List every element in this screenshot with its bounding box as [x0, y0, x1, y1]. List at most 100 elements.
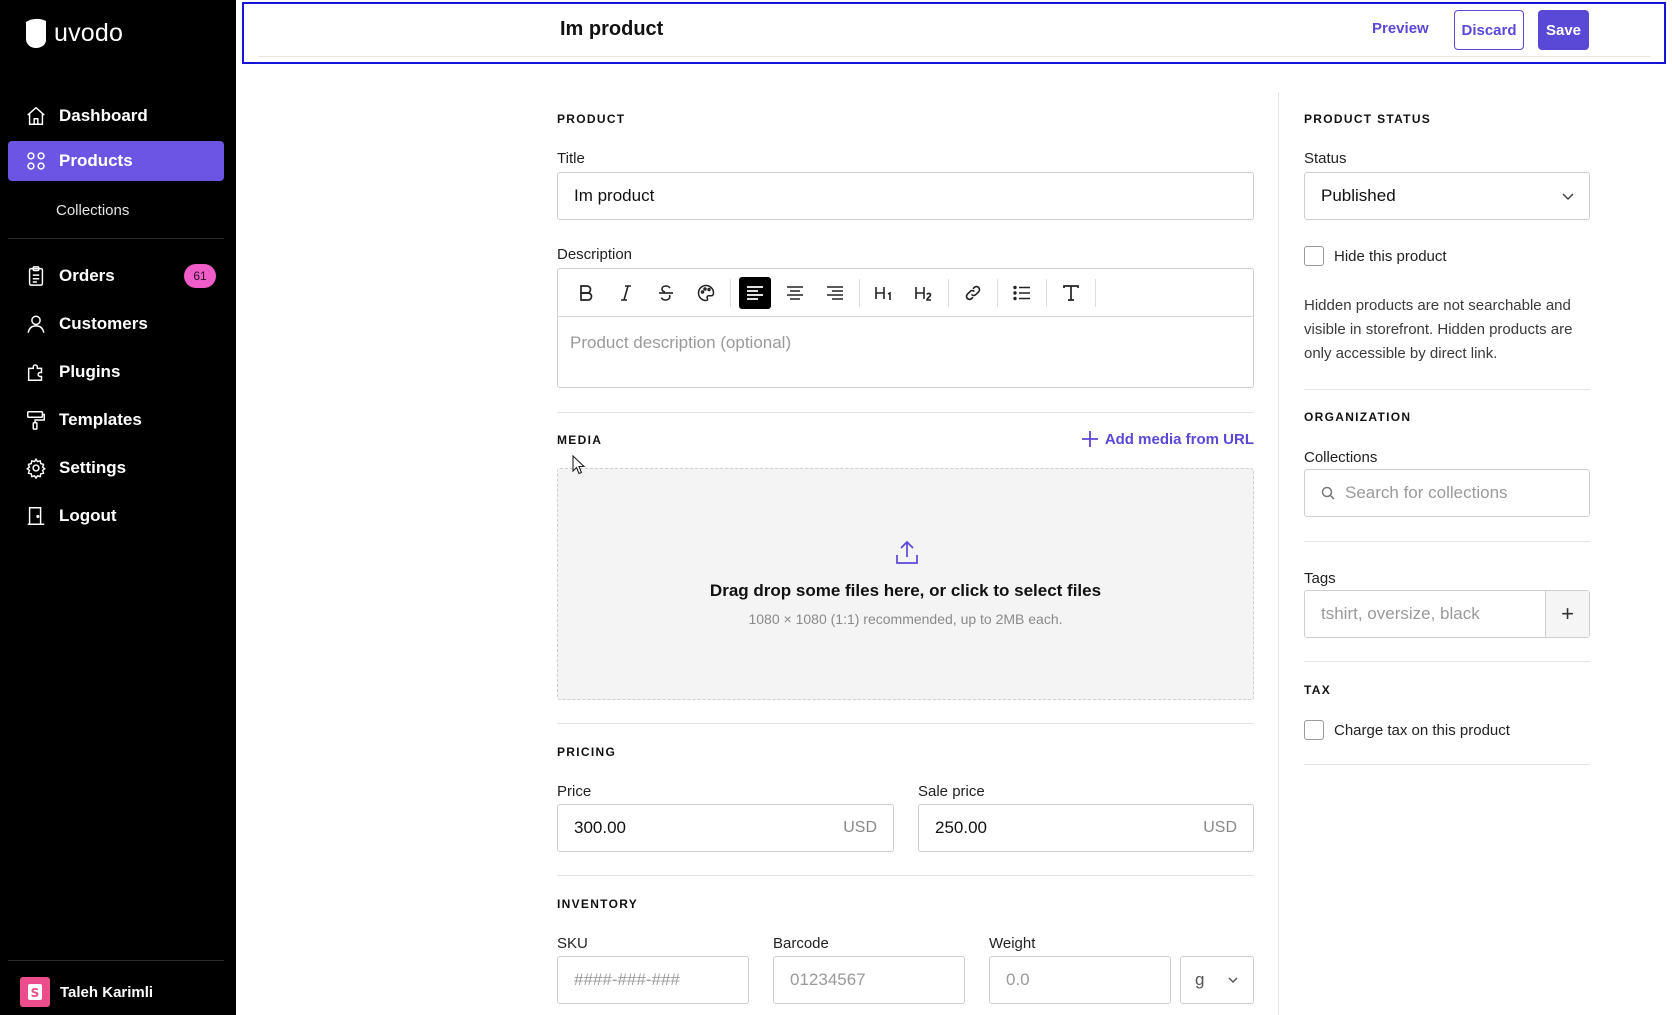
sku-input[interactable]: ####-###-### — [557, 956, 749, 1004]
preview-button[interactable]: Preview — [1372, 20, 1429, 37]
hide-product-label: Hide this product — [1334, 247, 1447, 265]
save-button[interactable]: Save — [1538, 10, 1589, 50]
hide-product-checkbox-row[interactable]: Hide this product — [1304, 246, 1447, 266]
column-divider — [1278, 92, 1279, 1015]
puzzle-icon — [27, 364, 43, 381]
color-button[interactable] — [690, 277, 722, 309]
status-select[interactable]: Published — [1304, 172, 1590, 220]
barcode-input[interactable]: 01234567 — [773, 956, 965, 1004]
toolbar-separator — [1095, 278, 1096, 307]
strikethrough-button[interactable] — [650, 277, 682, 309]
title-input-value: Im product — [574, 186, 655, 205]
sku-placeholder: ####-###-### — [574, 970, 680, 989]
bold-icon — [580, 284, 593, 301]
description-textarea[interactable]: Product description (optional) — [558, 317, 1253, 369]
store-icon: S — [28, 984, 42, 1000]
bullet-list-icon — [1013, 285, 1030, 300]
sale-price-input[interactable]: 250.00 USD — [918, 804, 1254, 852]
title-label: Title — [557, 150, 585, 167]
status-value: Published — [1321, 186, 1396, 205]
grid-icon — [27, 152, 45, 170]
text-format-icon — [1063, 284, 1079, 301]
charge-tax-checkbox[interactable] — [1304, 720, 1324, 740]
editor-toolbar — [558, 269, 1253, 317]
align-center-icon — [787, 285, 803, 300]
sidebar: uvodo Dashboard Products Collections Ord… — [0, 0, 236, 1015]
price-value: 300.00 — [574, 818, 626, 837]
section-title-inventory: INVENTORY — [557, 897, 639, 911]
section-divider — [1304, 541, 1590, 542]
brand-name: uvodo — [54, 18, 124, 47]
price-label: Price — [557, 783, 592, 800]
sidebar-item-products[interactable]: Products — [8, 141, 224, 181]
charge-tax-checkbox-row[interactable]: Charge tax on this product — [1304, 720, 1510, 740]
sidebar-item-label: Dashboard — [59, 106, 148, 125]
heading-1-button[interactable] — [868, 277, 900, 309]
collections-label: Collections — [1304, 449, 1378, 466]
toolbar-separator — [730, 278, 731, 307]
weight-unit-select[interactable]: g — [1180, 956, 1254, 1004]
section-divider — [557, 412, 1254, 413]
sidebar-item-logout[interactable]: Logout — [8, 496, 224, 536]
section-divider — [1304, 389, 1590, 390]
link-icon — [965, 285, 981, 300]
add-media-url-button[interactable]: Add media from URL — [1081, 430, 1254, 448]
align-right-button[interactable] — [819, 277, 851, 309]
sidebar-subitem-collections[interactable]: Collections — [56, 202, 129, 219]
add-tag-button[interactable]: + — [1545, 591, 1589, 637]
section-title-organization: ORGANIZATION — [1304, 410, 1412, 424]
section-divider — [1304, 764, 1590, 765]
upload-icon — [896, 540, 918, 564]
italic-button[interactable] — [610, 277, 642, 309]
sidebar-item-plugins[interactable]: Plugins — [8, 352, 224, 392]
text-format-button[interactable] — [1055, 277, 1087, 309]
sidebar-item-dashboard[interactable]: Dashboard — [8, 96, 224, 136]
price-input[interactable]: 300.00 USD — [557, 804, 894, 852]
section-divider — [557, 875, 1254, 876]
user-name: Taleh Karimli — [60, 983, 154, 1001]
heading-2-icon — [915, 286, 932, 301]
media-dropzone[interactable]: Drag drop some files here, or click to s… — [557, 468, 1254, 700]
discard-button[interactable]: Discard — [1454, 10, 1524, 50]
page-title: Im product — [560, 18, 664, 40]
section-title-pricing: PRICING — [557, 745, 617, 759]
orders-count-badge: 61 — [184, 264, 216, 288]
align-left-icon — [747, 285, 763, 300]
brand-logo[interactable]: uvodo — [24, 18, 123, 48]
hide-product-checkbox[interactable] — [1304, 246, 1324, 266]
section-divider — [557, 723, 1254, 724]
weight-unit-value: g — [1195, 970, 1205, 989]
status-label: Status — [1304, 150, 1347, 167]
weight-input[interactable]: 0.0 — [989, 956, 1171, 1004]
dropzone-hint: 1080 × 1080 (1:1) recommended, up to 2MB… — [748, 611, 1063, 627]
title-input[interactable]: Im product — [557, 172, 1254, 220]
link-button[interactable] — [957, 277, 989, 309]
avatar: S — [20, 977, 50, 1007]
app-root: uvodo Dashboard Products Collections Ord… — [0, 0, 1672, 1015]
sidebar-divider — [8, 238, 224, 239]
toolbar-separator — [948, 278, 949, 307]
price-currency: USD — [843, 819, 877, 836]
align-center-button[interactable] — [779, 277, 811, 309]
user-profile[interactable]: S Taleh Karimli — [20, 977, 153, 1007]
sidebar-item-orders[interactable]: Orders 61 — [8, 256, 224, 296]
sidebar-item-customers[interactable]: Customers — [8, 304, 224, 344]
description-editor: Product description (optional) — [557, 268, 1254, 388]
collections-search-input[interactable]: Search for collections — [1304, 469, 1590, 517]
sidebar-item-templates[interactable]: Templates — [8, 400, 224, 440]
sidebar-item-settings[interactable]: Settings — [8, 448, 224, 488]
bullet-list-button[interactable] — [1006, 277, 1038, 309]
dropzone-title: Drag drop some files here, or click to s… — [709, 581, 1102, 600]
section-title-product: PRODUCT — [557, 112, 626, 126]
palette-icon — [697, 284, 715, 301]
bold-button[interactable] — [570, 277, 602, 309]
chevron-down-icon — [1562, 193, 1574, 201]
heading-2-button[interactable] — [908, 277, 940, 309]
chevron-down-icon — [1228, 977, 1238, 984]
home-icon — [27, 106, 45, 125]
section-title-tax: TAX — [1304, 683, 1332, 697]
tags-input[interactable]: tshirt, oversize, black + — [1304, 590, 1590, 638]
door-icon — [27, 507, 45, 525]
align-left-button[interactable] — [739, 276, 771, 309]
align-right-icon — [827, 285, 843, 300]
